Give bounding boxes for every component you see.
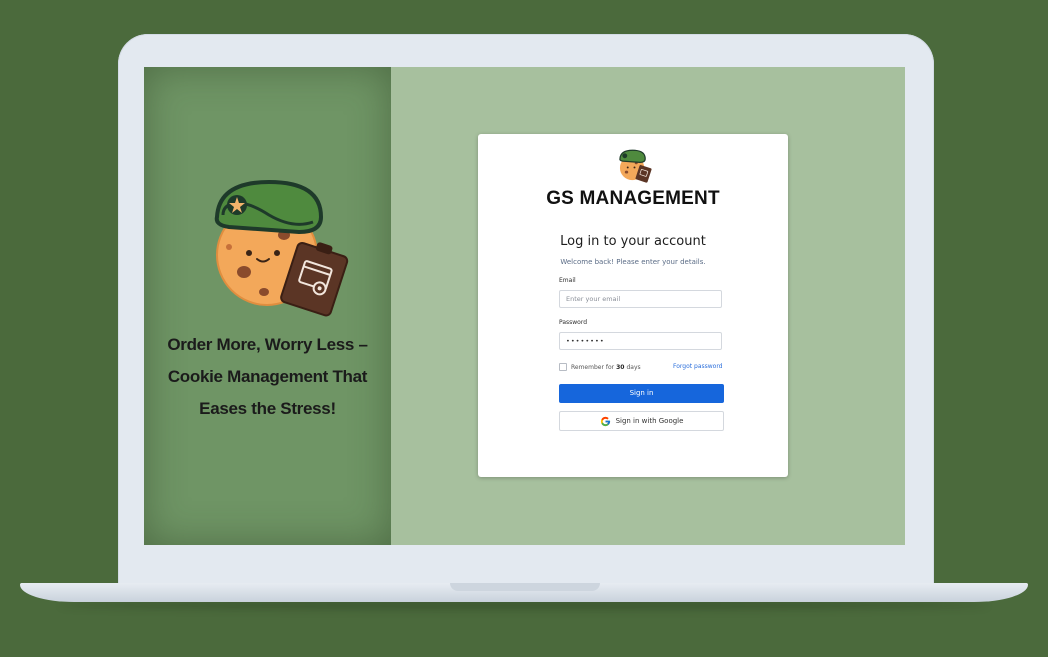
promo-tagline: Order More, Worry Less – Cookie Manageme… [154,329,381,425]
promo-panel: Order More, Worry Less – Cookie Manageme… [144,67,391,545]
laptop-notch [450,583,600,591]
tagline-line-2: Cookie Management That [167,367,368,386]
remember-checkbox[interactable] [559,363,567,371]
sign-in-button[interactable]: Sign in [559,384,724,403]
app-screen: Order More, Worry Less – Cookie Manageme… [144,67,905,545]
email-field[interactable]: Enter your email [559,290,722,308]
cookie-soldier-logo-icon [619,149,652,183]
email-label: Email [559,277,576,284]
google-sign-in-label: Sign in with Google [615,417,684,425]
google-g-icon [600,416,610,426]
remember-prefix: Remember for [571,363,615,371]
cookie-soldier-mascot-icon [214,179,349,317]
login-card: GS MANAGEMENT Log in to your account Wel… [478,134,788,477]
remember-me: Remember for 30 days [559,363,641,371]
login-title: Log in to your account [560,234,706,249]
password-label: Password [559,319,588,326]
remember-suffix: days [626,363,641,371]
google-sign-in-button[interactable]: Sign in with Google [559,411,724,431]
forgot-password-link[interactable]: Forgot password [673,363,723,370]
brand-name: GS MANAGEMENT [546,188,720,209]
login-subtitle: Welcome back! Please enter your details. [560,258,706,266]
tagline-line-1: Order More, Worry Less – [167,335,368,354]
tagline-line-3: Eases the Stress! [199,399,336,418]
password-field[interactable]: •••••••• [559,332,722,350]
remember-days: 30 [616,363,625,371]
